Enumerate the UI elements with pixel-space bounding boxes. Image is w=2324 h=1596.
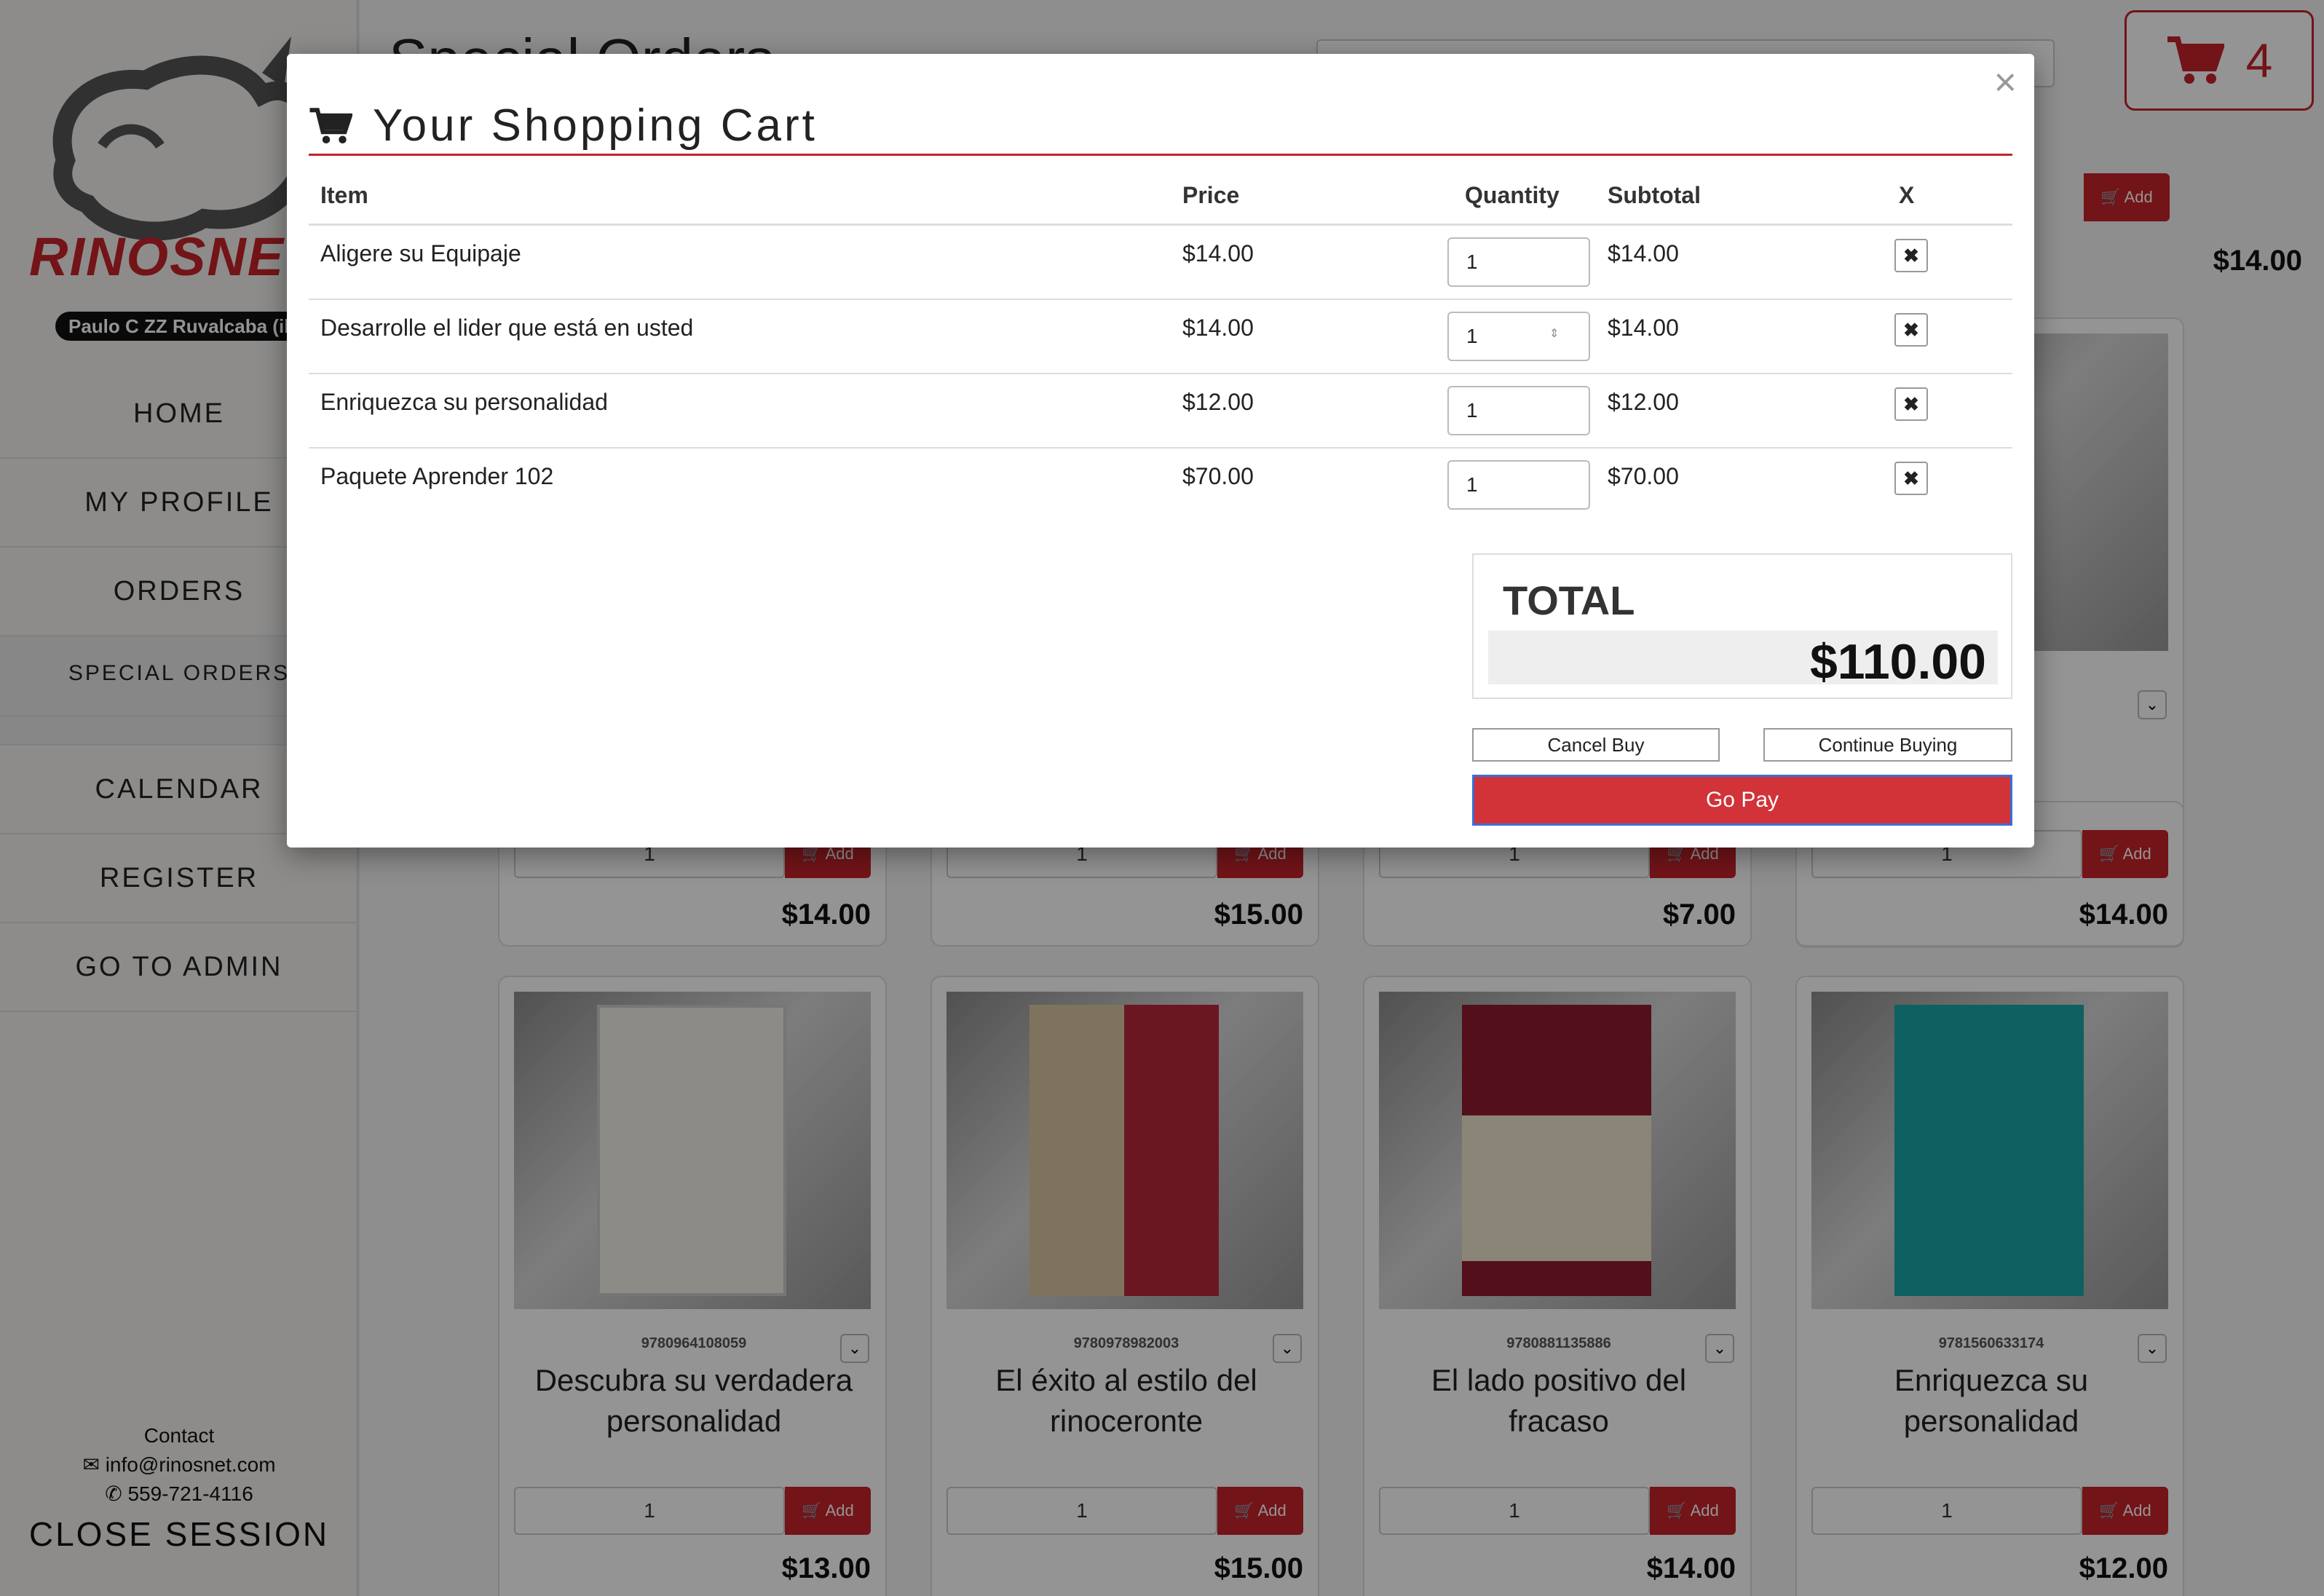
quantity-input[interactable]: 1: [1447, 237, 1590, 287]
table-row: Enriquezca su personalidad $12.00 1 $12.…: [309, 374, 2012, 449]
go-pay-button[interactable]: Go Pay: [1472, 775, 2012, 826]
shopping-cart-modal: × Your Shopping Cart Item Price Quantity…: [287, 54, 2034, 848]
cart-item-subtotal: $14.00: [1608, 240, 1679, 266]
column-header-quantity: Quantity: [1465, 182, 1560, 208]
cart-item-name: Paquete Aprender 102: [320, 463, 554, 489]
remove-item-button[interactable]: ✖: [1894, 313, 1928, 347]
quantity-input[interactable]: 1: [1447, 386, 1590, 435]
remove-item-button[interactable]: ✖: [1894, 387, 1928, 421]
column-header-item: Item: [320, 182, 368, 208]
column-header-price: Price: [1182, 182, 1240, 208]
quantity-input[interactable]: 1: [1447, 312, 1590, 361]
total-value: $110.00: [1809, 634, 1986, 690]
column-header-subtotal: Subtotal: [1608, 182, 1701, 208]
modal-title: Your Shopping Cart: [373, 100, 818, 151]
table-row: Aligere su Equipaje $14.00 1 $14.00 ✖: [309, 226, 2012, 300]
cart-item-price: $14.00: [1182, 315, 1254, 341]
remove-item-button[interactable]: ✖: [1894, 462, 1928, 495]
total-value-bar: $110.00: [1488, 631, 1998, 690]
remove-item-button[interactable]: ✖: [1894, 239, 1928, 272]
cart-item-subtotal: $70.00: [1608, 463, 1679, 489]
quantity-input[interactable]: 1: [1447, 460, 1590, 510]
cart-item-price: $12.00: [1182, 389, 1254, 415]
modal-header: Your Shopping Cart: [309, 98, 2012, 156]
total-label: TOTAL: [1503, 577, 1635, 623]
table-header: Item Price Quantity Subtotal X: [309, 167, 2012, 226]
cart-item-price: $70.00: [1182, 463, 1254, 489]
cart-item-name: Enriquezca su personalidad: [320, 389, 608, 415]
cart-item-subtotal: $12.00: [1608, 389, 1679, 415]
cart-table: Item Price Quantity Subtotal X Aligere s…: [309, 167, 2012, 523]
total-panel: TOTAL $110.00: [1472, 553, 2012, 699]
cancel-buy-button[interactable]: Cancel Buy: [1472, 728, 1720, 762]
stepper-arrows-icon[interactable]: ⇕: [1549, 326, 1559, 341]
cart-item-price: $14.00: [1182, 240, 1254, 266]
shopping-cart-icon: [309, 107, 352, 143]
cart-item-name: Aligere su Equipaje: [320, 240, 521, 266]
table-row: Desarrolle el lider que está en usted $1…: [309, 300, 2012, 374]
continue-buying-button[interactable]: Continue Buying: [1763, 728, 2012, 762]
cart-item-subtotal: $14.00: [1608, 315, 1679, 341]
column-header-remove: X: [1899, 182, 1915, 208]
cart-item-name: Desarrolle el lider que está en usted: [320, 315, 694, 341]
table-row: Paquete Aprender 102 $70.00 1 $70.00 ✖: [309, 449, 2012, 523]
